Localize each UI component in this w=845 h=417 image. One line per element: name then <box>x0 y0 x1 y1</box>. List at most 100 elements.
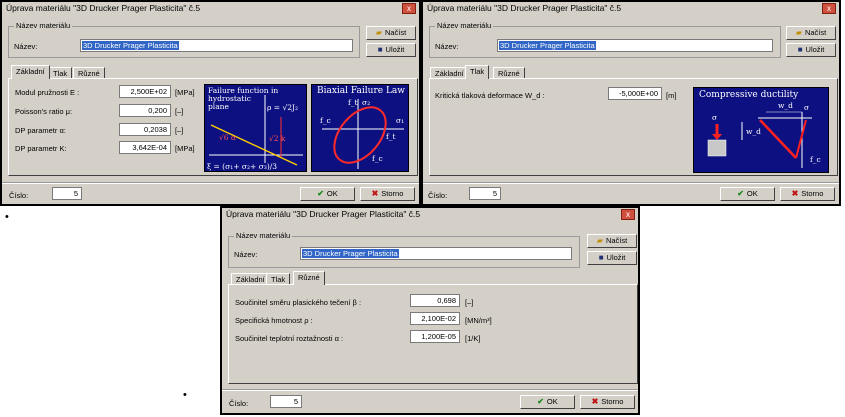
folder-icon: ▰ <box>596 236 603 245</box>
failure-function-figure: Failure function in hydrostatic plane ρ … <box>204 84 307 172</box>
fc-label: f_c <box>320 116 331 125</box>
cancel-button[interactable]: ✖ Storno <box>580 395 635 409</box>
tab-panel: Kritická tlaková deformace W_d : -5,000E… <box>429 78 838 176</box>
sigma-label: σ <box>804 103 810 112</box>
critical-deformation-input[interactable]: -5,000E+00 <box>608 87 662 100</box>
name-value: 3D Drucker Prager Plasticita <box>82 41 179 50</box>
root2k-label: √2 k <box>269 134 286 143</box>
save-button[interactable]: ■ Uložit <box>786 43 836 57</box>
sigma2-label: σ₂ <box>362 98 371 107</box>
wd-label: w_d <box>746 127 761 136</box>
dp-alpha-input[interactable]: 0,2038 <box>119 123 171 136</box>
material-dialog-misc: Úprava materiálu "3D Drucker Prager Plas… <box>220 206 640 415</box>
title-bar: Úprava materiálu "3D Drucker Prager Plas… <box>222 208 638 222</box>
check-icon: ✔ <box>537 397 544 406</box>
load-button[interactable]: ▰ Načíst <box>366 26 416 40</box>
cancel-x-icon: ✖ <box>371 189 379 198</box>
cancel-button[interactable]: ✖ Storno <box>360 187 415 201</box>
unit-label: [MPa] <box>175 88 195 97</box>
unit-label: [MPa] <box>175 144 195 153</box>
tab-panel: Modul pružnosti E : 2,500E+02 [MPa] Pois… <box>8 78 418 176</box>
check-icon: ✔ <box>737 189 744 198</box>
name-field[interactable]: 3D Drucker Prager Plasticita <box>497 39 773 52</box>
number-input[interactable]: 5 <box>469 187 501 200</box>
cancel-x-icon: ✖ <box>791 189 799 198</box>
e-modulus-input[interactable]: 2,500E+02 <box>119 85 171 98</box>
floppy-icon: ■ <box>598 253 604 262</box>
unit-label: [1/K] <box>465 334 481 343</box>
window-title: Úprava materiálu "3D Drucker Prager Plas… <box>427 3 622 13</box>
name-label: Název: <box>435 42 459 51</box>
separator <box>2 182 419 184</box>
number-input[interactable]: 5 <box>52 187 82 200</box>
cancel-button[interactable]: ✖ Storno <box>780 187 835 201</box>
group-label: Název materiálu <box>435 21 494 30</box>
poisson-input[interactable]: 0,200 <box>119 104 171 117</box>
root6-alpha-label: √6 α <box>219 133 236 142</box>
separator <box>222 389 638 391</box>
field-label: Specifická hmotnost ρ : <box>235 316 313 325</box>
unit-label: [MN/m³] <box>465 316 492 325</box>
bullet: • <box>183 389 187 401</box>
field-label: DP parametr α: <box>15 126 66 135</box>
compressive-ductility-diagram <box>707 111 812 168</box>
tab-basic[interactable]: Základní <box>11 65 50 79</box>
ok-button[interactable]: ✔ OK <box>720 187 775 201</box>
floppy-icon: ■ <box>797 45 803 54</box>
field-label: Poisson's ratio μ: <box>15 107 73 116</box>
wd-label: w_d <box>778 101 793 110</box>
xi-label: ξ = (σ₁+ σ₂+ σ₃)/3 <box>207 162 278 171</box>
name-label: Název: <box>234 250 258 259</box>
field-label: Součinitel teplotní roztažnosti α : <box>235 334 344 343</box>
close-button[interactable]: x <box>822 3 836 14</box>
compressive-ductility-figure: Compressive ductility σ w_d w_d σ f_c <box>693 87 829 173</box>
unit-label: [–] <box>175 126 184 135</box>
separator <box>423 182 839 184</box>
unit-label: [–] <box>465 298 474 307</box>
fc-label: f_c <box>372 154 383 163</box>
fc-label: f_c <box>810 155 821 164</box>
close-button[interactable]: x <box>621 209 635 220</box>
dp-k-input[interactable]: 3,642E-04 <box>119 141 171 154</box>
biaxial-failure-figure: Biaxial Failure Law σ₁ σ₂ f_t f_c f_c f_… <box>311 84 409 172</box>
name-field[interactable]: 3D Drucker Prager Plasticita <box>300 247 572 260</box>
floppy-icon: ■ <box>377 45 383 54</box>
material-dialog-pressure: Úprava materiálu "3D Drucker Prager Plas… <box>421 0 841 206</box>
load-button[interactable]: ▰ Načíst <box>587 234 637 248</box>
field-label: Kritická tlaková deformace W_d : <box>435 91 545 100</box>
field-label: DP parametr K: <box>15 144 67 153</box>
unit-label: [m] <box>666 91 677 100</box>
name-field[interactable]: 3D Drucker Prager Plasticita <box>80 39 353 52</box>
ok-button[interactable]: ✔ OK <box>300 187 355 201</box>
window-title: Úprava materiálu "3D Drucker Prager Plas… <box>6 3 201 13</box>
name-label: Název: <box>14 42 38 51</box>
figure-title: Biaxial Failure Law <box>317 86 406 96</box>
group-label: Název materiálu <box>234 231 293 240</box>
tab-misc[interactable]: Různé <box>293 271 325 285</box>
bullet: • <box>5 211 9 223</box>
figure-title: Compressive ductility <box>699 90 799 100</box>
material-dialog-basic: Úprava materiálu "3D Drucker Prager Plas… <box>0 0 421 206</box>
biaxial-failure-diagram <box>322 99 404 169</box>
save-button[interactable]: ■ Uložit <box>366 43 416 57</box>
number-input[interactable]: 5 <box>270 395 302 408</box>
folder-icon: ▰ <box>375 28 382 37</box>
name-value: 3D Drucker Prager Plasticita <box>499 41 596 50</box>
field-label: Součinitel směru plasického tečení β : <box>235 298 362 307</box>
unit-label: [–] <box>175 107 184 116</box>
number-label: Číslo: <box>229 399 249 408</box>
density-input[interactable]: 2,100E-02 <box>410 312 460 325</box>
save-button[interactable]: ■ Uložit <box>587 251 637 265</box>
load-button[interactable]: ▰ Načíst <box>786 26 836 40</box>
title-bar: Úprava materiálu "3D Drucker Prager Plas… <box>423 2 839 16</box>
thermal-expansion-input[interactable]: 1,200E-05 <box>410 330 460 343</box>
ft-label: f_t <box>386 132 396 141</box>
close-button[interactable]: x <box>402 3 416 14</box>
name-value: 3D Drucker Prager Plasticita <box>302 249 399 258</box>
tab-pressure[interactable]: Tlak <box>465 65 490 79</box>
plastic-flow-input[interactable]: 0,698 <box>410 294 460 307</box>
window-title: Úprava materiálu "3D Drucker Prager Plas… <box>226 209 421 219</box>
title-bar: Úprava materiálu "3D Drucker Prager Plas… <box>2 2 419 16</box>
ok-button[interactable]: ✔ OK <box>520 395 575 409</box>
sigma-label: σ <box>712 113 718 122</box>
